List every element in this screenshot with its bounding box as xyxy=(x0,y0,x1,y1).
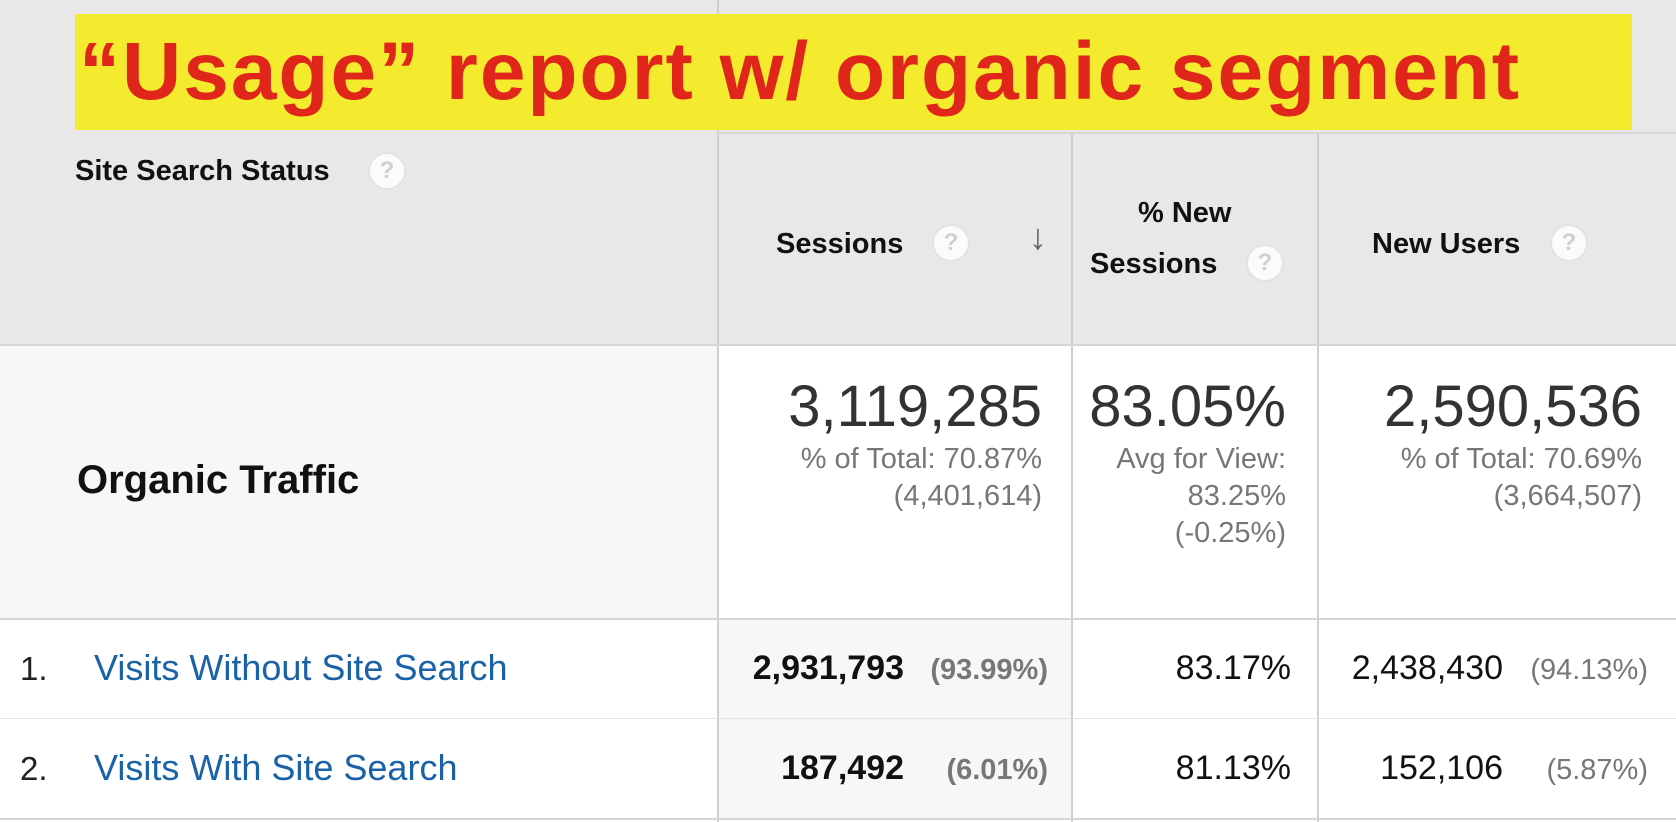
sessions-grand-total: (4,401,614) xyxy=(893,480,1042,512)
header-bottom-divider xyxy=(0,344,1676,346)
row-sessions: 2,931,793 xyxy=(752,649,904,687)
sort-descending-arrow-icon[interactable]: ↓ xyxy=(1029,216,1047,258)
help-icon[interactable]: ? xyxy=(932,224,970,262)
help-icon[interactable]: ? xyxy=(1246,244,1284,282)
new-users-total-percent: % of Total: 70.69% xyxy=(1400,443,1642,475)
help-icon[interactable]: ? xyxy=(368,152,406,190)
column-header-new-users[interactable]: New Users xyxy=(1372,228,1520,261)
help-icon[interactable]: ? xyxy=(1550,224,1588,262)
row-pct-new-sessions: 81.13% xyxy=(1175,749,1291,787)
row-new-users-percent: (94.13%) xyxy=(1530,654,1648,686)
avg-for-view-delta: (-0.25%) xyxy=(1174,517,1286,549)
annotation-banner: “Usage” report w/ organic segment xyxy=(75,14,1632,130)
segment-name: Organic Traffic xyxy=(77,458,360,502)
dimension-header-site-search-status[interactable]: Site Search Status xyxy=(75,155,330,188)
row-sessions: 187,492 xyxy=(781,749,904,787)
row-new-users: 2,438,430 xyxy=(1351,649,1503,687)
row-sessions-percent: (6.01%) xyxy=(946,754,1048,786)
avg-for-view-value: 83.25% xyxy=(1187,480,1286,512)
new-users-grand-total: (3,664,507) xyxy=(1493,480,1642,512)
row-pct-new-sessions: 83.17% xyxy=(1175,649,1291,687)
row-index: 2. xyxy=(20,750,48,787)
row-sessions-percent: (93.99%) xyxy=(930,654,1048,686)
header-divider xyxy=(719,132,1676,134)
row-new-users-percent: (5.87%) xyxy=(1546,754,1648,786)
sessions-total-value: 3,119,285 xyxy=(788,374,1042,439)
row-divider xyxy=(0,718,1676,719)
column-header-sessions[interactable]: Sessions xyxy=(776,228,903,261)
totals-bottom-divider xyxy=(0,618,1676,620)
pct-new-sessions-total-value: 83.05% xyxy=(1089,374,1286,439)
row-new-users: 152,106 xyxy=(1380,749,1503,787)
column-header-pct-new-sessions-line2[interactable]: Sessions xyxy=(1090,248,1217,281)
avg-for-view-label: Avg for View: xyxy=(1116,443,1286,475)
column-header-pct-new-sessions-line1[interactable]: % New xyxy=(1138,197,1231,230)
sessions-total-percent: % of Total: 70.87% xyxy=(800,443,1042,475)
new-users-total-value: 2,590,536 xyxy=(1383,374,1642,439)
annotation-text: “Usage” report w/ organic segment xyxy=(79,26,1522,117)
row-link-visits-without-site-search[interactable]: Visits Without Site Search xyxy=(94,647,508,689)
row-index: 1. xyxy=(20,650,48,687)
row-link-visits-with-site-search[interactable]: Visits With Site Search xyxy=(94,747,457,789)
table-bottom-divider xyxy=(0,818,1676,820)
